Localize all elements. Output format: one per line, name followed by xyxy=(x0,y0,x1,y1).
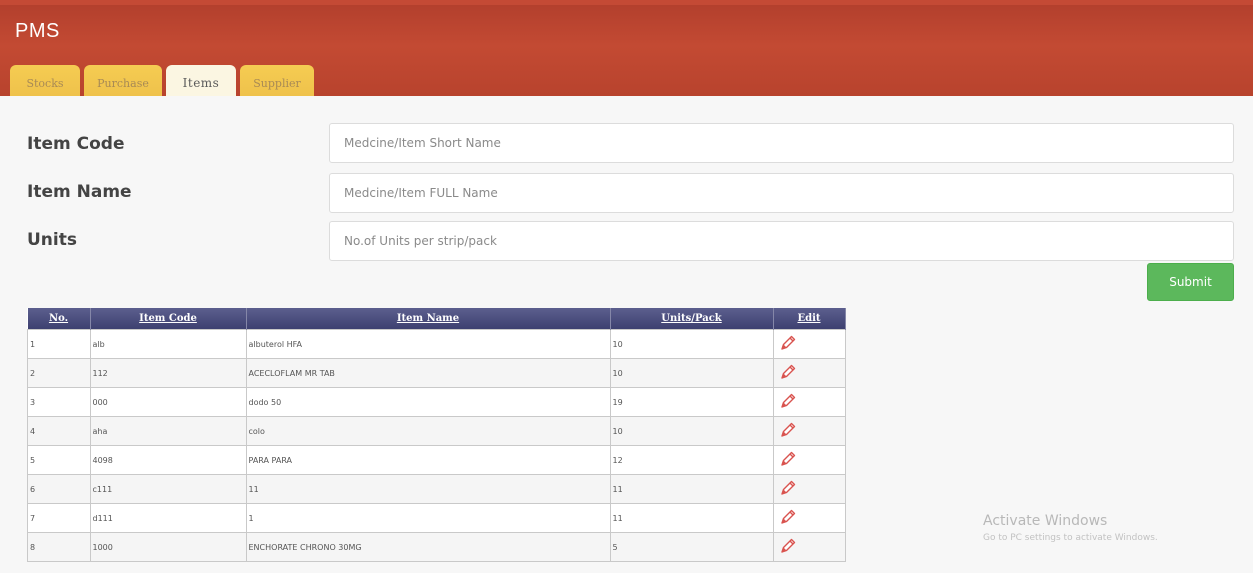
submit-button[interactable]: Submit xyxy=(1147,263,1234,301)
pencil-icon[interactable] xyxy=(778,333,798,353)
items-table-container: No. Item Code Item Name Units/Pack Edit … xyxy=(27,308,846,562)
items-table: No. Item Code Item Name Units/Pack Edit … xyxy=(27,308,846,562)
cell-item-name: ACECLOFLAM MR TAB xyxy=(245,358,611,388)
cell-item-name: dodo 50 xyxy=(245,387,611,417)
header-units-pack[interactable]: Units/Pack xyxy=(610,308,774,330)
cell-no: 6 xyxy=(27,474,91,504)
item-name-label: Item Name xyxy=(27,182,132,202)
cell-units-pack: 19 xyxy=(609,387,774,417)
table-row: 2 112 ACECLOFLAM MR TAB 10 xyxy=(27,358,846,388)
cell-no: 3 xyxy=(27,387,91,417)
cell-item-code: 4098 xyxy=(89,445,247,475)
header-no[interactable]: No. xyxy=(27,308,91,330)
cell-edit xyxy=(772,416,846,446)
table-row: 8 1000 ENCHORATE CHRONO 30MG 5 xyxy=(27,532,846,562)
units-input[interactable] xyxy=(329,221,1234,261)
header-edit[interactable]: Edit xyxy=(773,308,846,330)
cell-item-code: d111 xyxy=(89,503,247,533)
cell-units-pack: 10 xyxy=(609,329,774,359)
cell-edit xyxy=(772,503,846,533)
cell-item-code: c111 xyxy=(89,474,247,504)
item-name-input[interactable] xyxy=(329,173,1234,213)
pencil-icon[interactable] xyxy=(778,420,798,440)
cell-edit xyxy=(772,387,846,417)
cell-item-name: 11 xyxy=(245,474,611,504)
cell-item-name: albuterol HFA xyxy=(245,329,611,359)
cell-edit xyxy=(772,329,846,359)
pencil-icon[interactable] xyxy=(778,478,798,498)
main-content: Item Code Item Name Units Submit No. Ite… xyxy=(0,96,1253,573)
cell-item-code: alb xyxy=(89,329,247,359)
cell-units-pack: 11 xyxy=(609,503,774,533)
cell-item-code: 112 xyxy=(89,358,247,388)
activation-watermark: Activate Windows Go to PC settings to ac… xyxy=(983,513,1158,543)
table-row: 4 aha colo 10 xyxy=(27,416,846,446)
table-row: 3 000 dodo 50 19 xyxy=(27,387,846,417)
table-row: 6 c111 11 11 xyxy=(27,474,846,504)
cell-no: 5 xyxy=(27,445,91,475)
item-code-label: Item Code xyxy=(27,134,125,154)
cell-item-name: ENCHORATE CHRONO 30MG xyxy=(245,532,611,562)
cell-edit xyxy=(772,445,846,475)
cell-item-name: PARA PARA xyxy=(245,445,611,475)
cell-edit xyxy=(772,532,846,562)
cell-no: 2 xyxy=(27,358,91,388)
table-row: 5 4098 PARA PARA 12 xyxy=(27,445,846,475)
pencil-icon[interactable] xyxy=(778,362,798,382)
cell-item-name: colo xyxy=(245,416,611,446)
cell-units-pack: 10 xyxy=(609,358,774,388)
cell-units-pack: 10 xyxy=(609,416,774,446)
cell-item-name: 1 xyxy=(245,503,611,533)
cell-units-pack: 11 xyxy=(609,474,774,504)
cell-no: 1 xyxy=(27,329,91,359)
cell-no: 8 xyxy=(27,532,91,562)
table-body: 1 alb albuterol HFA 10 2 112 ACECLOFLAM MR TAB… xyxy=(27,329,846,562)
cell-units-pack: 12 xyxy=(609,445,774,475)
cell-units-pack: 5 xyxy=(609,532,774,562)
cell-no: 7 xyxy=(27,503,91,533)
units-label: Units xyxy=(27,230,77,250)
cell-no: 4 xyxy=(27,416,91,446)
cell-item-code: aha xyxy=(89,416,247,446)
cell-item-code: 000 xyxy=(89,387,247,417)
app-header: PMS Stocks Purchase Items Supplier xyxy=(0,0,1253,101)
cell-edit xyxy=(772,474,846,504)
table-row: 7 d111 1 11 xyxy=(27,503,846,533)
pencil-icon[interactable] xyxy=(778,449,798,469)
watermark-subtitle: Go to PC settings to activate Windows. xyxy=(983,533,1158,543)
pencil-icon[interactable] xyxy=(778,391,798,411)
header-item-name[interactable]: Item Name xyxy=(246,308,611,330)
pencil-icon[interactable] xyxy=(778,507,798,527)
table-header-row: No. Item Code Item Name Units/Pack Edit xyxy=(27,308,846,330)
header-item-code[interactable]: Item Code xyxy=(90,308,247,330)
pencil-icon[interactable] xyxy=(778,536,798,556)
cell-item-code: 1000 xyxy=(89,532,247,562)
app-title: PMS xyxy=(15,20,60,42)
item-code-input[interactable] xyxy=(329,123,1234,163)
table-row: 1 alb albuterol HFA 10 xyxy=(27,329,846,359)
cell-edit xyxy=(772,358,846,388)
watermark-title: Activate Windows xyxy=(983,513,1108,529)
